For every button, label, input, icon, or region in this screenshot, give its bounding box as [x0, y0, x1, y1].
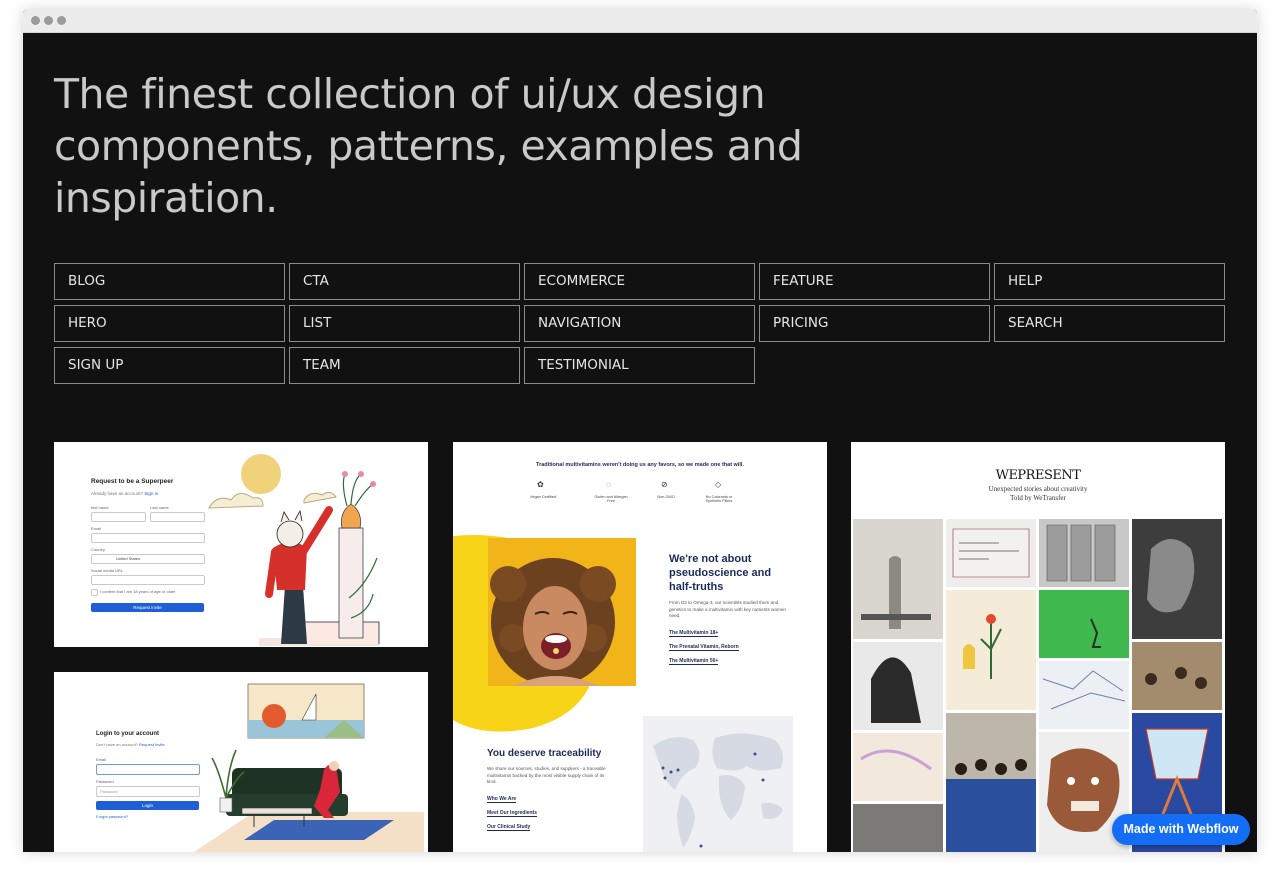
label-country: Country	[91, 547, 106, 552]
gluten-free-icon: ◌	[606, 480, 611, 489]
card-superpeer-signup[interactable]: Request to be a Superpeer Already have a…	[54, 442, 428, 647]
category-search[interactable]: SEARCH	[994, 305, 1225, 342]
login-email-field[interactable]	[96, 764, 200, 775]
feature-no-colorants: No Colorants or Synthetic Fillers	[705, 495, 733, 503]
card-login[interactable]: Login to your account Don't have an acco…	[54, 672, 428, 852]
label-social: Social media URL	[91, 568, 124, 573]
first-name-field[interactable]	[91, 512, 146, 522]
browser-titlebar	[23, 10, 1257, 33]
login-subtitle: Don't have an account? Request Invite	[96, 742, 165, 747]
signup-title: Request to be a Superpeer	[91, 478, 174, 485]
window-dot-icon[interactable]	[31, 16, 40, 25]
world-map-image	[643, 716, 793, 852]
category-team[interactable]: TEAM	[289, 347, 520, 384]
country-value: United States	[116, 556, 141, 561]
category-blog[interactable]: BLOG	[54, 263, 285, 300]
category-cta[interactable]: CTA	[289, 263, 520, 300]
forgot-password-link[interactable]: Forgot password?	[96, 814, 128, 819]
vitamin-hero-image	[453, 535, 636, 732]
label-first-name: first name	[91, 505, 109, 510]
no-colorants-icon: ◇	[715, 480, 722, 489]
vitamins-tagline: Traditional multivitamins weren't doing …	[536, 462, 744, 468]
traceability-heading: You deserve traceability	[487, 748, 602, 759]
social-url-field[interactable]	[91, 575, 205, 585]
non-gmo-icon: ⊘	[661, 480, 668, 489]
wepresent-logo: WEPRESENT	[995, 468, 1081, 483]
label-login-password: Password	[96, 779, 114, 784]
age-confirm-label: I confirm that I am 18 years of age or o…	[100, 589, 176, 594]
vitamins-heading: We're not about pseudoscience and half-t…	[669, 553, 772, 593]
wepresent-line1: Unexpected stories about creativity	[988, 485, 1088, 493]
link-multivitamin-50[interactable]: The Multivitamin 50+	[669, 658, 719, 665]
request-invite-button[interactable]: Request invite	[91, 603, 204, 612]
label-last-name: Last name	[150, 505, 169, 510]
browser-window: The finest collection of ui/ux design co…	[23, 10, 1257, 852]
link-multivitamin-18[interactable]: The Multivitamin 18+	[669, 630, 719, 637]
feature-vegan: Vegan Certified	[530, 495, 556, 499]
window-dot-icon[interactable]	[57, 16, 66, 25]
category-ecommerce[interactable]: ECOMMERCE	[524, 263, 755, 300]
wepresent-grid-image	[853, 519, 1222, 852]
category-feature[interactable]: FEATURE	[759, 263, 990, 300]
feature-gluten: Gluten and Allergen Free	[594, 495, 628, 503]
category-grid: BLOG CTA ECOMMERCE FEATURE HELP HERO LIS…	[54, 263, 1226, 384]
label-login-email: Email	[96, 757, 107, 762]
feature-non-gmo: Non-GMO	[657, 495, 675, 499]
signup-subtitle: Already have an account? Sign in	[91, 491, 159, 496]
email-field[interactable]	[91, 533, 205, 543]
wepresent-line2: Told by WeTransfer	[1010, 494, 1066, 502]
category-hero[interactable]: HERO	[54, 305, 285, 342]
window-dot-icon[interactable]	[44, 16, 53, 25]
login-password-field[interactable]: Password	[96, 786, 200, 797]
vitamins-body: From D3 to Omega-3, our scientists studi…	[669, 600, 786, 618]
login-title: Login to your account	[96, 731, 159, 737]
country-select[interactable]: United States	[91, 554, 205, 564]
link-ingredients[interactable]: Meet Our Ingredients	[487, 810, 538, 817]
label-email: Email	[91, 526, 102, 531]
category-navigation[interactable]: NAVIGATION	[524, 305, 755, 342]
last-name-field[interactable]	[150, 512, 205, 522]
link-who-we-are[interactable]: Who We Are	[487, 796, 517, 803]
category-pricing[interactable]: PRICING	[759, 305, 990, 342]
card-vitamins[interactable]: Traditional multivitamins weren't doing …	[453, 442, 827, 852]
category-testimonial[interactable]: TESTIMONIAL	[524, 347, 755, 384]
age-checkbox[interactable]	[91, 589, 98, 596]
traceability-body: We share our sources, studies, and suppl…	[487, 766, 606, 784]
category-sign-up[interactable]: SIGN UP	[54, 347, 285, 384]
vegan-icon: ✿	[537, 480, 544, 489]
page-headline: The finest collection of ui/ux design co…	[54, 70, 803, 222]
living-room-illustration	[194, 683, 424, 852]
made-with-webflow-badge[interactable]: Made with Webflow	[1112, 814, 1250, 845]
link-clinical-study[interactable]: Our Clinical Study	[487, 824, 531, 831]
link-prenatal[interactable]: The Prenatal Vitamin, Reborn	[669, 644, 739, 651]
card-wepresent[interactable]: WEPRESENT Unexpected stories about creat…	[851, 442, 1225, 852]
password-placeholder: Password	[100, 789, 118, 794]
category-help[interactable]: HELP	[994, 263, 1225, 300]
category-list[interactable]: LIST	[289, 305, 520, 342]
superpeer-illustration	[208, 454, 380, 646]
login-button[interactable]: Login	[96, 801, 199, 810]
